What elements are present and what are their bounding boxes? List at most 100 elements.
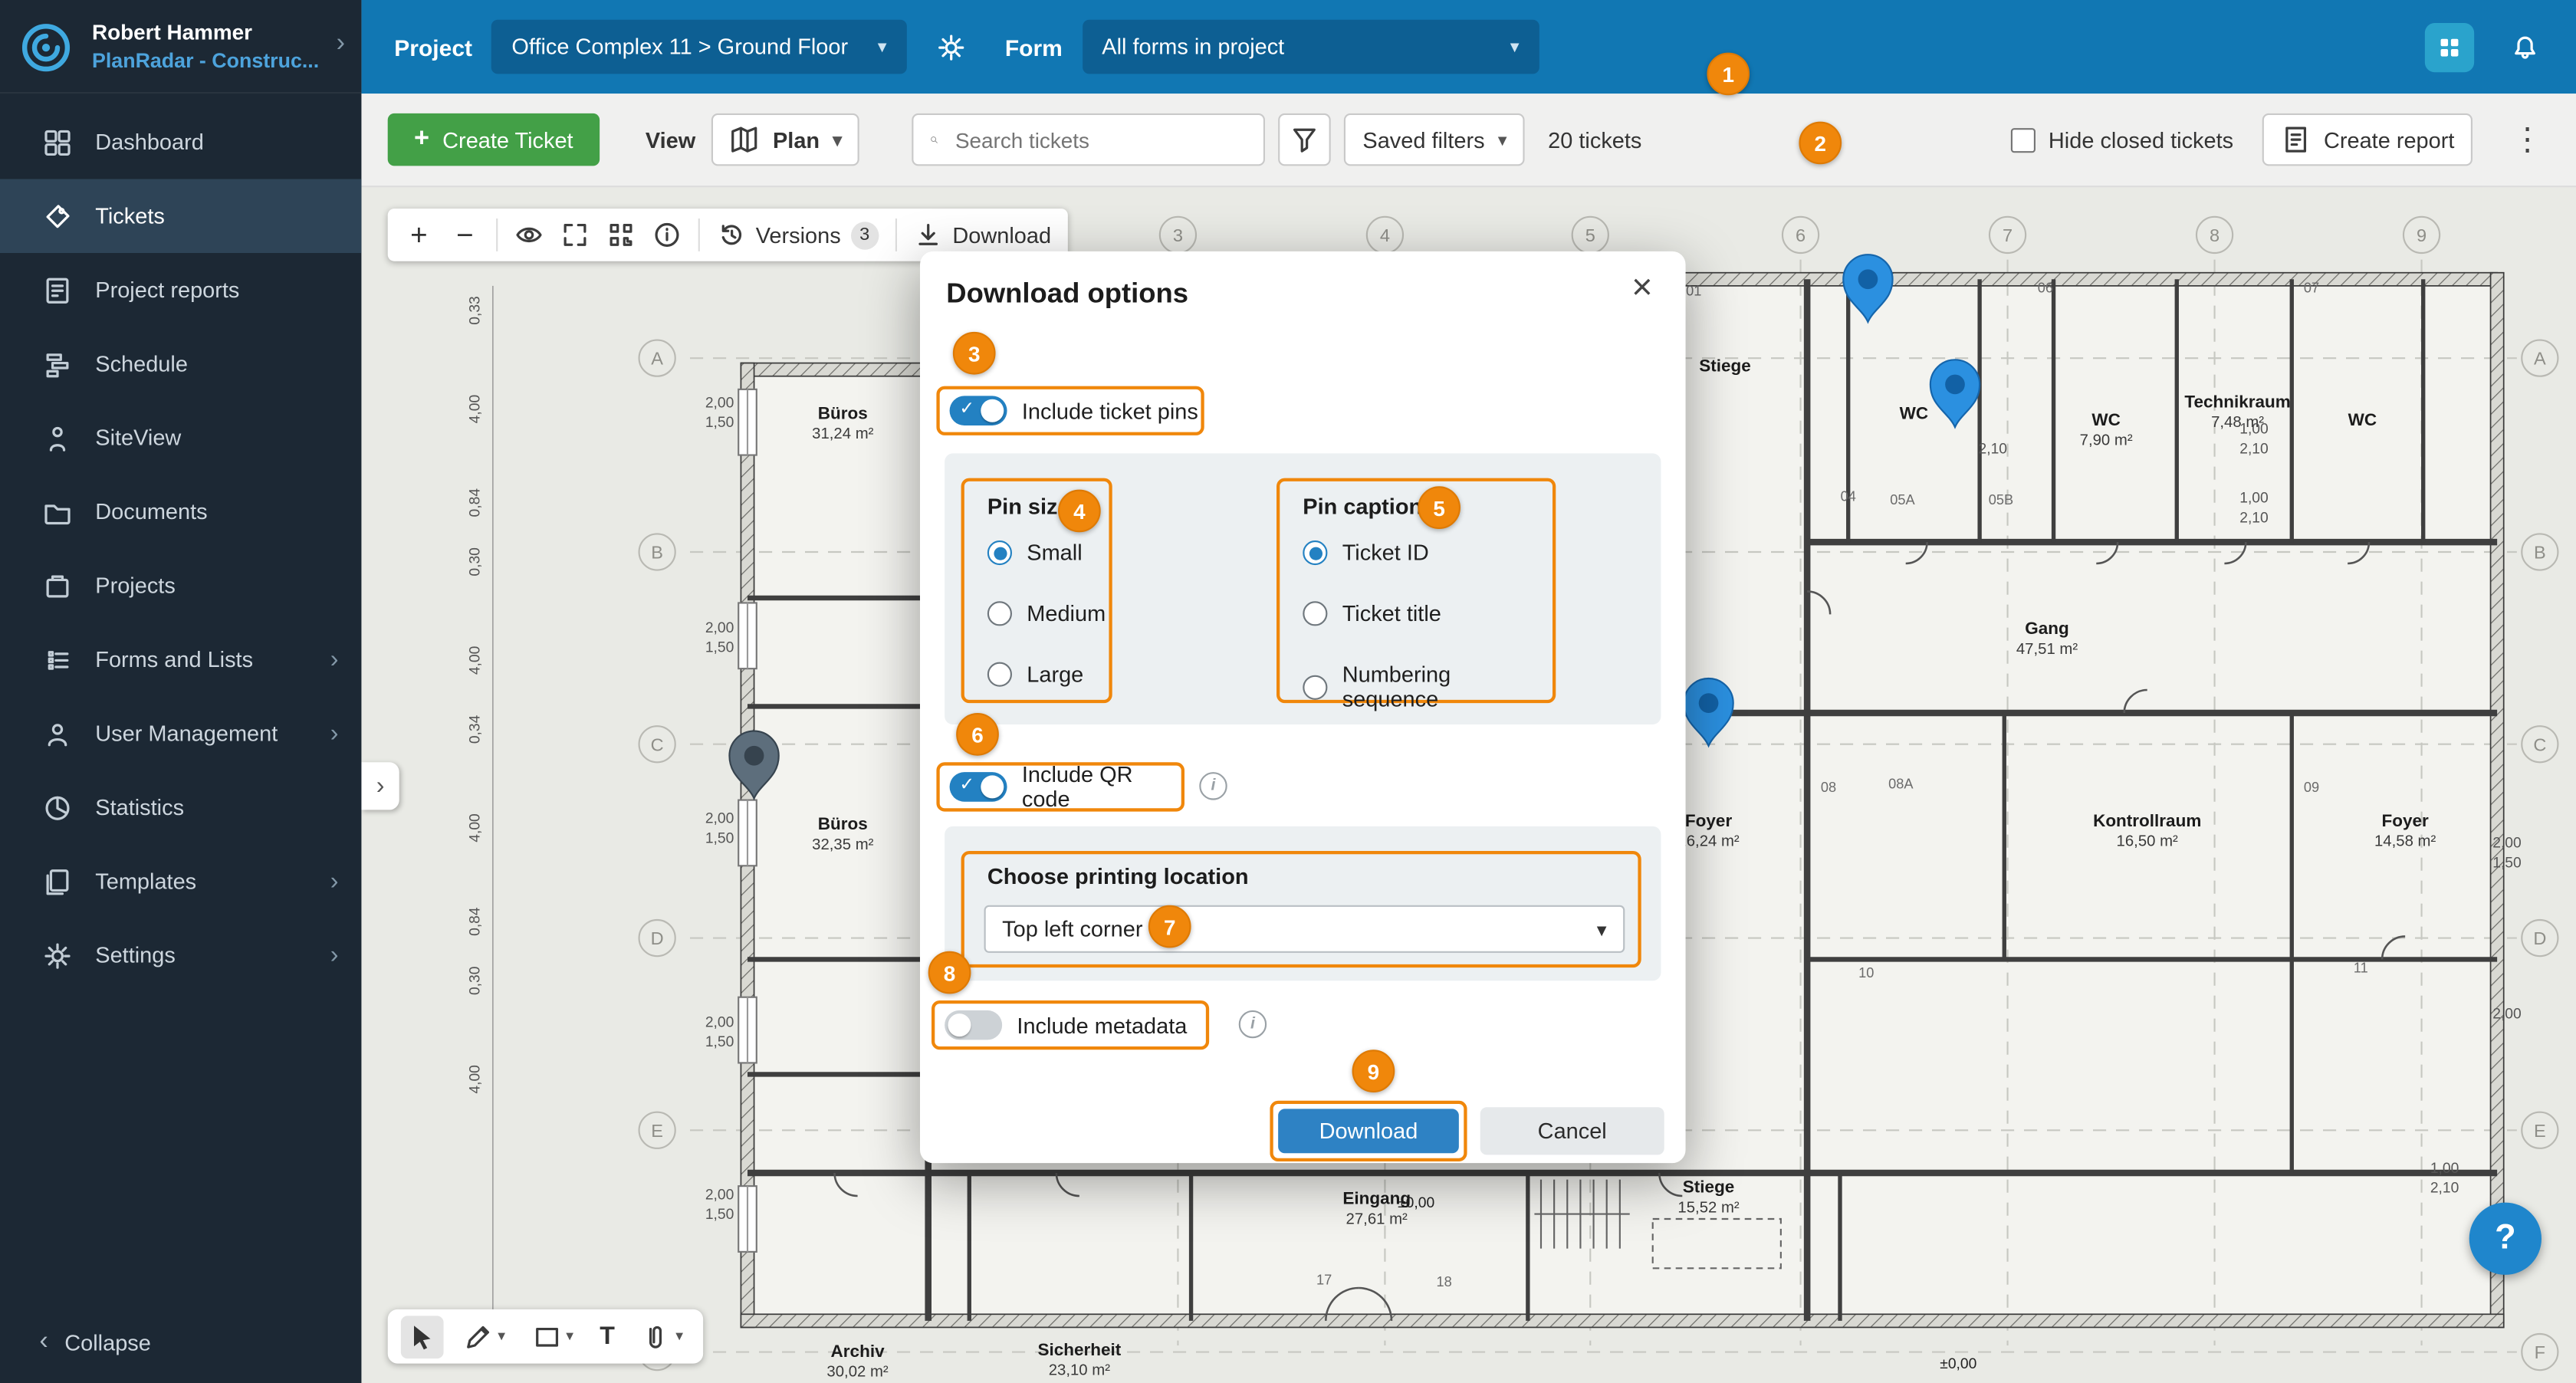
text-tool-button[interactable]: T	[593, 1316, 622, 1357]
metadata-info-icon[interactable]: i	[1239, 1010, 1267, 1038]
filter-bar: + Create Ticket View Plan ▾ Saved filter…	[361, 94, 2576, 187]
marketplace-button[interactable]	[2425, 22, 2474, 71]
sidebar-item-projects[interactable]: Projects	[0, 549, 361, 623]
project-selector[interactable]: Office Complex 11 > Ground Floor ▾	[492, 20, 907, 74]
qr-scan-button[interactable]	[606, 220, 636, 250]
sidebar-item-project-reports[interactable]: Project reports	[0, 253, 361, 327]
tickets-icon	[43, 202, 73, 232]
plan-info-button[interactable]	[652, 220, 682, 250]
radio-selected[interactable]	[987, 540, 1012, 565]
svg-text:07: 07	[2304, 280, 2319, 295]
caret-down-icon: ▾	[878, 36, 887, 57]
zoom-out-button[interactable]: −	[450, 218, 480, 252]
sidebar-nav: Dashboard Tickets Project reports Schedu…	[0, 105, 361, 992]
svg-text:F: F	[2535, 1342, 2545, 1362]
toggle-knob	[948, 1013, 971, 1036]
project-label: Project	[394, 34, 472, 60]
folder-icon	[43, 497, 73, 527]
filter-button[interactable]	[1279, 113, 1332, 166]
sidebar-item-settings[interactable]: Settings ›	[0, 918, 361, 992]
include-metadata-toggle[interactable]: ✓	[945, 1010, 1002, 1040]
download-plan-button[interactable]: Download	[913, 220, 1051, 250]
project-settings-button[interactable]	[936, 32, 966, 62]
svg-text:47,51 m²: 47,51 m²	[2016, 641, 2078, 658]
svg-text:4,00: 4,00	[468, 1065, 484, 1094]
svg-text:Foyer: Foyer	[1685, 811, 1733, 830]
sidebar-item-documents[interactable]: Documents	[0, 475, 361, 548]
form-label: Form	[1005, 34, 1063, 60]
radio[interactable]	[987, 601, 1012, 626]
expand-panel-tab[interactable]: ›	[361, 762, 399, 810]
include-qr-code-toggle[interactable]: ✓	[950, 772, 1007, 802]
cancel-button[interactable]: Cancel	[1480, 1107, 1664, 1155]
pin-caption-option-ticket-id[interactable]: Ticket ID	[1303, 540, 1428, 565]
collapse-sidebar-button[interactable]: ‹ Collapse	[0, 1311, 361, 1373]
search-input[interactable]	[952, 126, 1248, 153]
svg-text:B: B	[651, 543, 663, 563]
close-icon[interactable]: ×	[1622, 264, 1662, 310]
sidebar-item-tickets[interactable]: Tickets	[0, 179, 361, 253]
more-options-button[interactable]: ⋮	[2502, 121, 2553, 159]
svg-text:Archiv: Archiv	[831, 1342, 886, 1361]
create-report-button[interactable]: Create report	[2263, 113, 2472, 166]
pdf-report-icon	[2281, 125, 2311, 155]
download-button-highlight: Download	[1270, 1101, 1467, 1161]
versions-button[interactable]: Versions 3	[716, 220, 879, 250]
pin-size-option-large[interactable]: Large	[987, 662, 1083, 687]
sidebar-item-siteview[interactable]: SiteView	[0, 401, 361, 475]
zoom-in-button[interactable]: +	[404, 218, 434, 252]
sidebar-item-schedule[interactable]: Schedule	[0, 327, 361, 400]
svg-text:1,00: 1,00	[2430, 1161, 2459, 1177]
caret-down-icon: ▾	[1510, 36, 1520, 57]
select-tool-button[interactable]	[401, 1315, 444, 1358]
svg-text:0,33: 0,33	[468, 296, 484, 325]
svg-text:1,50: 1,50	[2492, 855, 2522, 871]
printing-location-select[interactable]: Top left corner ▾	[984, 905, 1625, 953]
chevron-left-icon: ‹	[39, 1327, 48, 1357]
hide-closed-tickets-checkbox[interactable]: Hide closed tickets	[2011, 127, 2233, 152]
saved-filters-dropdown[interactable]: Saved filters ▾	[1345, 113, 1525, 166]
pin-size-option-small[interactable]: Small	[987, 540, 1083, 565]
svg-text:3: 3	[1173, 225, 1183, 245]
draw-tool-button[interactable]: ▾	[457, 1315, 512, 1358]
history-icon	[716, 220, 746, 250]
notifications-button[interactable]	[2510, 32, 2540, 62]
annotation-badge-3: 3	[953, 332, 996, 375]
account-switcher[interactable]: Robert Hammer PlanRadar - Construc... ›	[0, 0, 361, 94]
download-button[interactable]: Download	[1278, 1109, 1459, 1153]
chevron-right-icon: ›	[330, 941, 339, 969]
sidebar-item-forms-and-lists[interactable]: Forms and Lists ›	[0, 623, 361, 696]
sidebar-item-statistics[interactable]: Statistics	[0, 770, 361, 844]
sidebar-item-user-management[interactable]: User Management ›	[0, 697, 361, 770]
svg-text:2,00: 2,00	[705, 811, 734, 827]
include-ticket-pins-toggle[interactable]: ✓	[950, 396, 1007, 425]
shape-tool-button[interactable]: ▾	[525, 1315, 580, 1358]
pin-caption-option-ticket-title[interactable]: Ticket title	[1303, 601, 1441, 626]
pin-caption-option-numbering[interactable]: Numbering sequence	[1303, 662, 1552, 711]
annotation-badge-4: 4	[1058, 490, 1101, 533]
annotation-badge-5: 5	[1418, 486, 1460, 529]
sidebar-item-templates[interactable]: Templates ›	[0, 844, 361, 918]
annotation-badge-7: 7	[1148, 905, 1191, 948]
radio[interactable]	[987, 662, 1012, 687]
pin-size-option-medium[interactable]: Medium	[987, 601, 1106, 626]
pie-chart-icon	[43, 793, 73, 823]
help-button[interactable]: ?	[2469, 1203, 2542, 1275]
svg-text:2,00: 2,00	[705, 620, 734, 636]
radio[interactable]	[1303, 601, 1327, 626]
view-mode-dropdown[interactable]: Plan ▾	[712, 113, 860, 166]
attachment-tool-button[interactable]: ▾	[635, 1315, 690, 1358]
create-ticket-button[interactable]: + Create Ticket	[388, 113, 600, 166]
svg-text:6: 6	[1796, 225, 1806, 245]
qr-info-icon[interactable]: i	[1199, 772, 1227, 800]
visibility-button[interactable]	[514, 220, 544, 250]
separator	[698, 218, 700, 251]
svg-text:31,24 m²: 31,24 m²	[812, 425, 874, 442]
sidebar-item-dashboard[interactable]: Dashboard	[0, 105, 361, 179]
fullscreen-button[interactable]	[560, 220, 590, 250]
svg-text:18: 18	[1436, 1274, 1451, 1289]
form-selector[interactable]: All forms in project ▾	[1083, 20, 1539, 74]
sidebar: Robert Hammer PlanRadar - Construc... › …	[0, 0, 361, 1383]
radio-selected[interactable]	[1303, 540, 1327, 565]
radio[interactable]	[1303, 675, 1327, 699]
